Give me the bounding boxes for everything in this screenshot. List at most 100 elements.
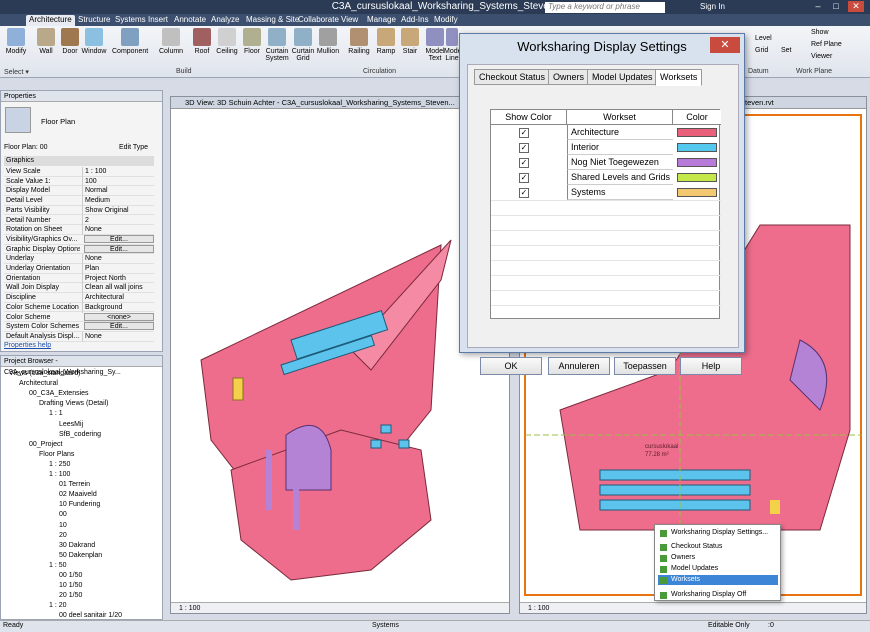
browser-tree-item[interactable]: SfB_codering xyxy=(59,431,101,438)
curtain-grid-button[interactable]: Curtain Grid xyxy=(289,28,317,68)
show-color-checkbox[interactable]: ✓ xyxy=(519,158,529,168)
property-row[interactable]: Color Scheme <none> xyxy=(4,312,154,323)
grid-button[interactable]: Grid xyxy=(755,47,768,54)
browser-tree-item[interactable]: 00_Project xyxy=(29,441,62,448)
browser-tree-item[interactable]: 1 : 100 xyxy=(49,471,70,478)
context-menu-item[interactable]: Checkout Status xyxy=(658,542,778,552)
browser-tree-item[interactable]: 00 deel sanitair 1/20 xyxy=(59,612,122,619)
show-color-checkbox[interactable]: ✓ xyxy=(519,173,529,183)
set-button[interactable]: Set xyxy=(781,47,792,54)
dialog-close-button[interactable]: ✕ xyxy=(710,37,740,53)
properties-help-link[interactable]: Properties help xyxy=(4,342,51,349)
window-button[interactable]: Window xyxy=(80,28,108,68)
tab-architecture[interactable]: Architecture xyxy=(26,15,75,26)
column-button[interactable]: Column xyxy=(157,28,185,68)
view-plan-control-bar[interactable]: 1 : 100 xyxy=(520,602,866,613)
property-row[interactable]: Default Analysis Displ... None xyxy=(4,331,154,342)
tab-worksets[interactable]: Worksets xyxy=(655,69,703,86)
property-row[interactable]: Underlay Orientation Plan xyxy=(4,264,154,274)
context-menu-item[interactable]: Worksharing Display Off xyxy=(658,590,778,600)
tab-add-ins[interactable]: Add-Ins xyxy=(398,15,432,26)
context-menu-item[interactable]: Model Updates xyxy=(658,564,778,574)
help-button[interactable]: Help xyxy=(680,357,742,375)
railing-button[interactable]: Railing xyxy=(345,28,373,68)
property-edit-button[interactable]: Edit... xyxy=(84,234,154,243)
tab-annotate[interactable]: Annotate xyxy=(171,15,209,26)
tab-model-updates[interactable]: Model Updates xyxy=(587,69,658,85)
tab-systems[interactable]: Systems xyxy=(112,15,149,26)
context-menu-item[interactable]: Worksharing Display Settings... xyxy=(658,528,778,538)
workset-color-swatch[interactable] xyxy=(677,173,717,182)
tab-owners[interactable]: Owners xyxy=(548,69,590,85)
workset-color-swatch[interactable] xyxy=(677,128,717,137)
view-3d-control-bar[interactable]: 1 : 100 xyxy=(171,602,509,613)
curtain-system-button[interactable]: Curtain System xyxy=(263,28,291,68)
tab-massing-site[interactable]: Massing & Site xyxy=(243,15,302,26)
property-row[interactable]: Visibility/Graphics Ov... Edit... xyxy=(4,234,154,245)
property-row[interactable]: Graphic Display Options Edit... xyxy=(4,244,154,255)
model-line-button[interactable]: Model Line xyxy=(444,28,460,68)
property-row[interactable]: Detail Number 2 xyxy=(4,215,154,226)
property-row[interactable]: Detail Level Medium xyxy=(4,196,154,206)
level-button[interactable]: Level xyxy=(755,35,772,42)
edit-type-button[interactable]: Edit Type xyxy=(119,144,148,151)
workset-color-swatch[interactable] xyxy=(677,188,717,197)
browser-tree-item[interactable]: 1 : 250 xyxy=(49,461,70,468)
property-row[interactable]: Parts Visibility Show Original xyxy=(4,205,154,216)
maximize-button[interactable]: □ xyxy=(828,1,844,12)
tab-modify[interactable]: Modify xyxy=(431,15,461,26)
stair-button[interactable]: Stair xyxy=(396,28,424,68)
browser-tree-item[interactable]: 00 xyxy=(59,511,67,518)
minimize-button[interactable]: – xyxy=(810,1,826,12)
tab-manage[interactable]: Manage xyxy=(364,15,399,26)
property-row[interactable]: System Color Schemes Edit... xyxy=(4,322,154,332)
tab-structure[interactable]: Structure xyxy=(75,15,113,26)
sign-in-link[interactable]: Sign In xyxy=(700,2,725,11)
browser-tree-item[interactable]: 02 Maaiveld xyxy=(59,491,97,498)
viewer-button[interactable]: Viewer xyxy=(811,53,832,60)
floor-button[interactable]: Floor xyxy=(238,28,266,68)
browser-tree-item[interactable]: 50 Dakenplan xyxy=(59,552,102,559)
property-row[interactable]: Underlay None xyxy=(4,254,154,264)
property-edit-button[interactable]: Edit... xyxy=(84,244,154,253)
graphics-section[interactable]: Graphics xyxy=(4,156,154,166)
editable-only-checkbox[interactable]: Editable Only xyxy=(708,622,750,629)
ceiling-button[interactable]: Ceiling xyxy=(213,28,241,68)
apply-button[interactable]: Toepassen xyxy=(614,357,676,375)
property-row[interactable]: Display Model Normal xyxy=(4,186,154,197)
property-row[interactable]: View Scale 1 : 100 xyxy=(4,167,154,177)
property-row[interactable]: Orientation Project North xyxy=(4,273,154,284)
tab-collaborate[interactable]: Collaborate xyxy=(295,15,342,26)
modify-button[interactable]: Modify xyxy=(2,28,30,68)
instance-filter[interactable]: Floor Plan: 00 xyxy=(4,144,48,151)
property-edit-button[interactable]: Edit... xyxy=(84,322,154,331)
tab-insert[interactable]: Insert xyxy=(145,15,171,26)
workset-color-swatch[interactable] xyxy=(677,158,717,167)
tab-analyze[interactable]: Analyze xyxy=(208,15,242,26)
workset-color-swatch[interactable] xyxy=(677,143,717,152)
property-row[interactable]: Discipline Architectural xyxy=(4,293,154,303)
browser-tree-item[interactable]: Architectural xyxy=(19,380,58,387)
show-color-checkbox[interactable]: ✓ xyxy=(519,188,529,198)
tab-checkout-status[interactable]: Checkout Status xyxy=(474,69,551,85)
browser-tree-item[interactable]: 10 Fundering xyxy=(59,501,100,508)
browser-tree-item[interactable]: 00 1/50 xyxy=(59,572,82,579)
browser-tree-item[interactable]: Views (c3a_standaard) xyxy=(9,370,80,377)
property-edit-button[interactable]: <none> xyxy=(84,312,154,321)
property-row[interactable]: Rotation on Sheet None xyxy=(4,225,154,235)
show-color-checkbox[interactable]: ✓ xyxy=(519,143,529,153)
browser-tree-item[interactable]: Drafting Views (Detail) xyxy=(39,400,109,407)
browser-tree-item[interactable]: 1 : 1 xyxy=(49,410,63,417)
component-button[interactable]: Component xyxy=(112,28,148,68)
select-panel-label[interactable]: Select ▾ xyxy=(4,68,29,76)
browser-tree-item[interactable]: 10 xyxy=(59,522,67,529)
ok-button[interactable]: OK xyxy=(480,357,542,375)
show-color-checkbox[interactable]: ✓ xyxy=(519,128,529,138)
cancel-button[interactable]: Annuleren xyxy=(548,357,610,375)
type-selector[interactable]: Floor Plan xyxy=(41,117,75,126)
browser-tree-item[interactable]: 1 : 20 xyxy=(49,602,67,609)
property-row[interactable]: Color Scheme Location Background xyxy=(4,302,154,313)
roof-button[interactable]: Roof xyxy=(188,28,216,68)
search-input[interactable]: Type a keyword or phrase xyxy=(545,2,665,13)
mullion-button[interactable]: Mullion xyxy=(314,28,342,68)
